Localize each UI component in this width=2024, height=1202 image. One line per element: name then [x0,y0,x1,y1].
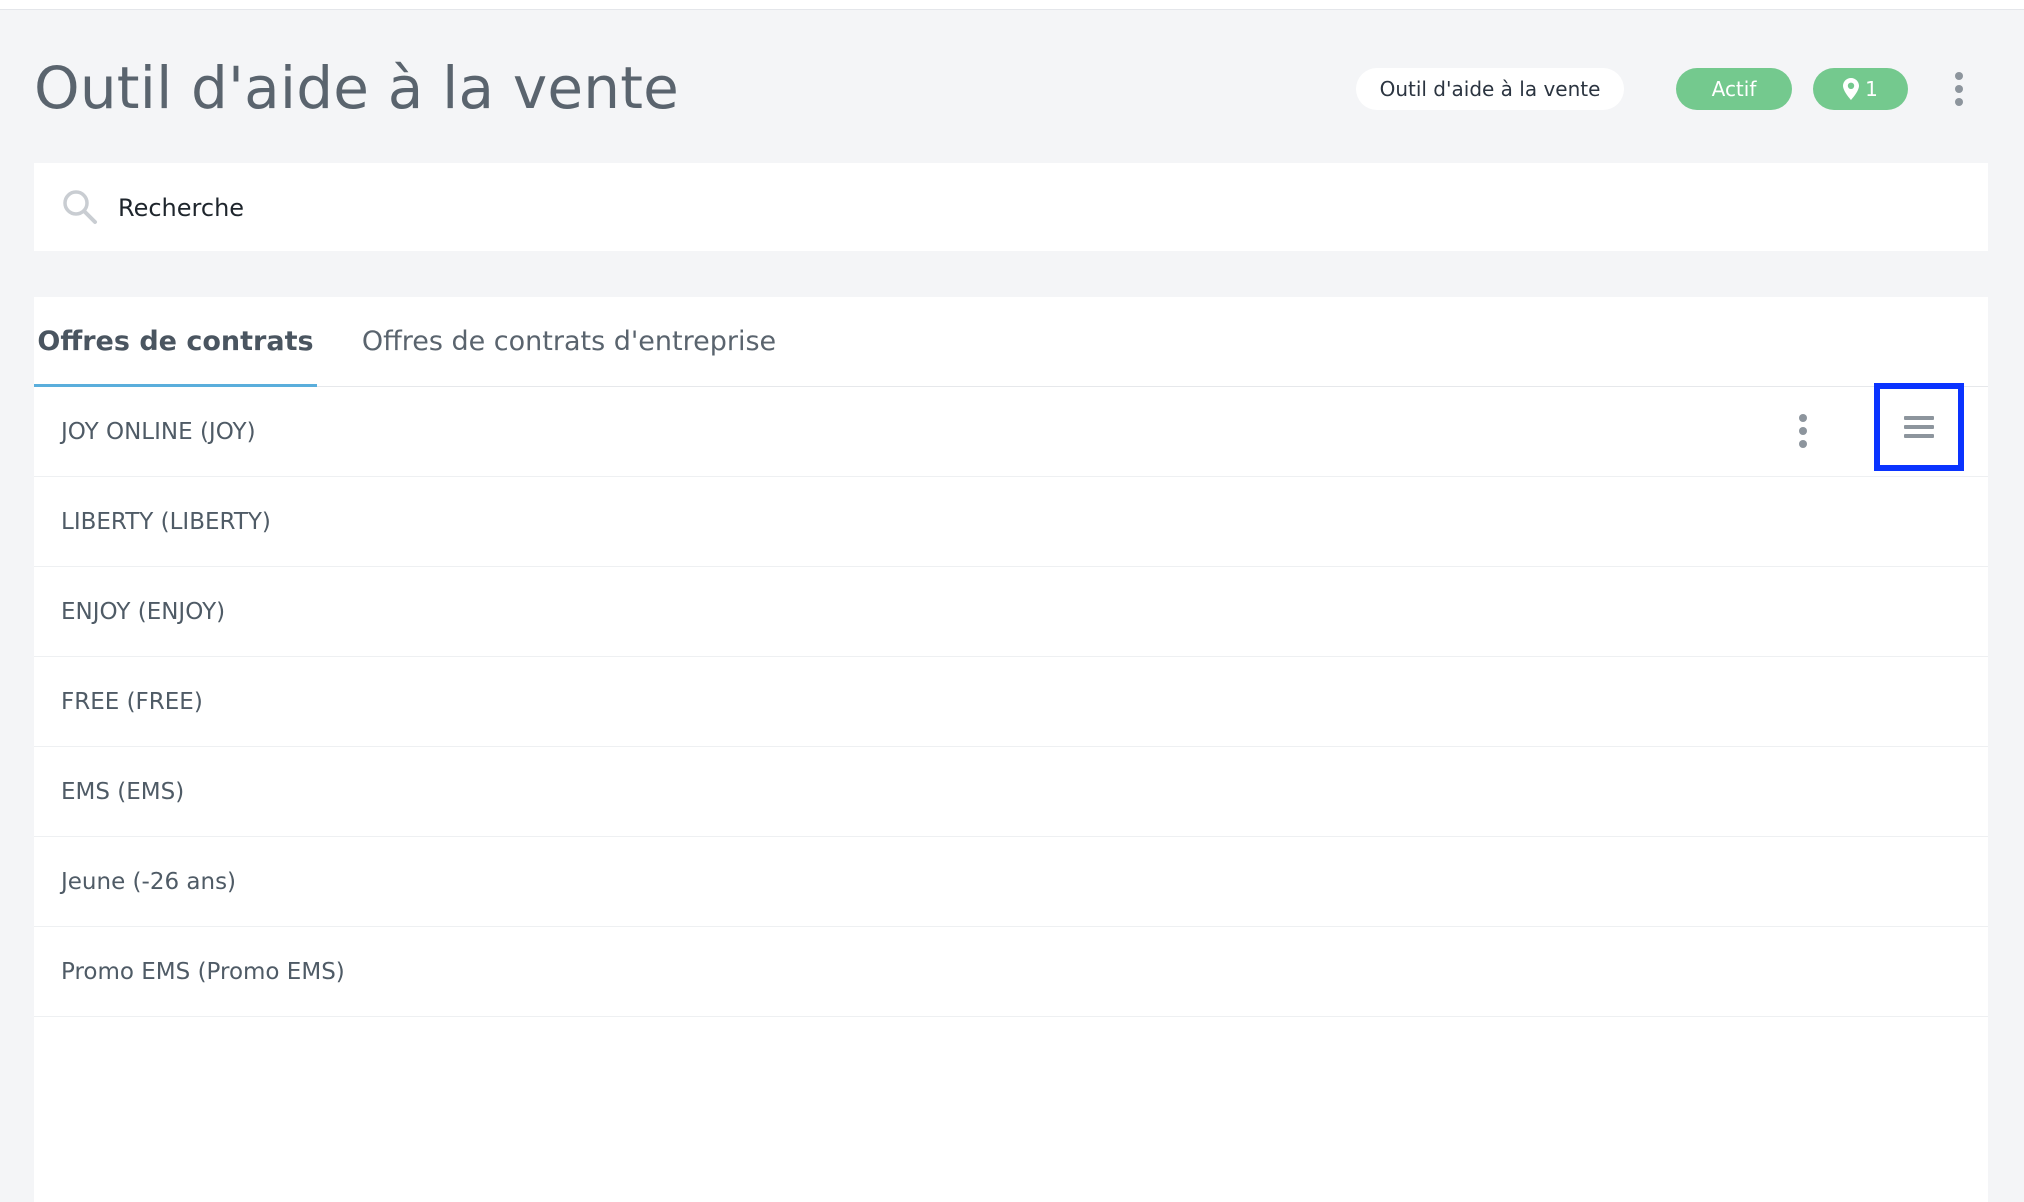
search-bar [34,163,1988,251]
list-item[interactable]: ENJOY (ENJOY) [34,567,1988,657]
tab-contract-offers[interactable]: Offres de contrats [34,297,317,387]
tab-label: Offres de contrats d'entreprise [361,326,777,357]
list-item-label: FREE (FREE) [61,688,203,715]
more-options-icon[interactable] [1944,66,1974,112]
status-badge[interactable]: Actif [1676,68,1792,110]
drag-handle-icon[interactable] [1874,383,1964,471]
tab-label: Offres de contrats [37,326,314,357]
offers-list: JOY ONLINE (JOY) LIBERTY (LIBERTY) ENJOY… [34,383,1988,1017]
status-badge-label: Actif [1711,77,1757,101]
map-pin-icon [1843,78,1860,100]
page-title: Outil d'aide à la vente [34,54,680,122]
search-input[interactable] [116,185,1820,231]
list-item-label: Jeune (-26 ans) [61,868,237,895]
top-border [0,0,2024,10]
list-item[interactable]: FREE (FREE) [34,657,1988,747]
contract-offers-panel: Offres de contrats Offres de contrats d'… [34,297,1988,1202]
list-item-label: EMS (EMS) [61,778,185,805]
tab-bar: Offres de contrats Offres de contrats d'… [34,297,1988,387]
list-item-label: LIBERTY (LIBERTY) [61,508,271,535]
list-item[interactable]: LIBERTY (LIBERTY) [34,477,1988,567]
list-item-label: JOY ONLINE (JOY) [61,418,256,445]
tab-business-contract-offers[interactable]: Offres de contrats d'entreprise [334,297,804,386]
list-item[interactable]: Jeune (-26 ans) [34,837,1988,927]
search-icon [63,190,97,224]
list-item-label: ENJOY (ENJOY) [61,598,226,625]
tool-chip-label: Outil d'aide à la vente [1379,77,1601,101]
list-item[interactable]: EMS (EMS) [34,747,1988,837]
location-count: 1 [1865,77,1878,101]
list-item-label: Promo EMS (Promo EMS) [61,958,345,985]
row-actions-icon[interactable] [1788,409,1818,453]
page-header: Outil d'aide à la vente Outil d'aide à l… [34,52,1990,132]
location-badge[interactable]: 1 [1813,68,1908,110]
list-item[interactable]: Promo EMS (Promo EMS) [34,927,1988,1017]
tool-chip[interactable]: Outil d'aide à la vente [1356,68,1624,110]
list-item[interactable]: JOY ONLINE (JOY) [34,383,1988,477]
